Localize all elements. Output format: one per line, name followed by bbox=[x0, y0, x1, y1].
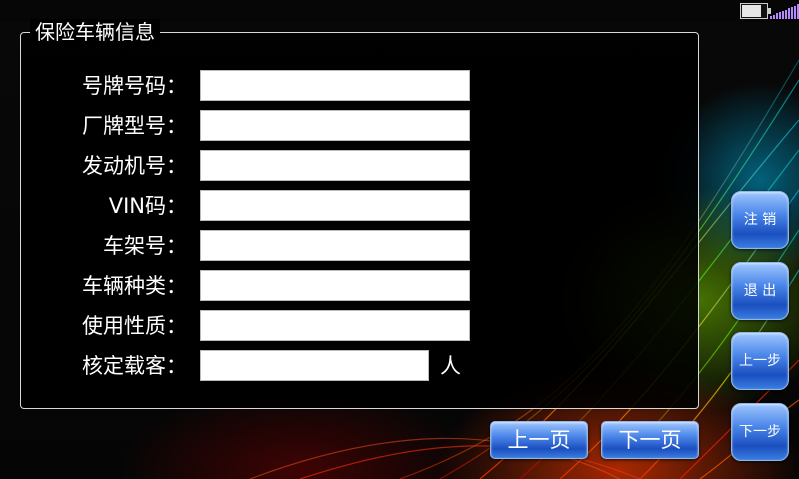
plate-number-input[interactable] bbox=[200, 70, 470, 101]
next-page-button[interactable]: 下一页 bbox=[601, 421, 699, 459]
signal-bar bbox=[791, 6, 793, 19]
prev-step-button[interactable]: 上一步 bbox=[731, 332, 789, 390]
prev-page-button[interactable]: 上一页 bbox=[490, 421, 588, 459]
signal-bar bbox=[785, 9, 787, 19]
brand-model-label: 厂牌型号： bbox=[82, 114, 187, 138]
vehicle-type-input[interactable] bbox=[200, 270, 470, 301]
usage-nature-label: 使用性质： bbox=[82, 314, 187, 338]
signal-bar bbox=[779, 12, 781, 19]
exit-button[interactable]: 退 出 bbox=[731, 262, 789, 320]
signal-bar bbox=[773, 14, 775, 19]
passenger-unit-label: 人 bbox=[440, 354, 461, 378]
panel-title: 保险车辆信息 bbox=[30, 19, 160, 45]
vehicle-type-label: 车辆种类： bbox=[82, 274, 187, 298]
logout-button[interactable]: 注 销 bbox=[731, 191, 789, 249]
signal-strength-icon bbox=[770, 3, 799, 19]
brand-model-input[interactable] bbox=[200, 110, 470, 141]
frame-number-input[interactable] bbox=[200, 230, 470, 261]
plate-number-label: 号牌号码： bbox=[82, 74, 187, 98]
next-step-button[interactable]: 下一步 bbox=[731, 403, 789, 461]
passenger-capacity-input[interactable] bbox=[200, 350, 429, 381]
vin-input[interactable] bbox=[200, 190, 470, 221]
battery-icon bbox=[740, 3, 771, 19]
frame-number-label: 车架号： bbox=[103, 234, 187, 258]
signal-bar bbox=[782, 10, 784, 19]
signal-bar bbox=[770, 16, 772, 19]
signal-bar bbox=[776, 13, 778, 19]
signal-bar bbox=[788, 8, 790, 19]
engine-number-input[interactable] bbox=[200, 150, 470, 181]
usage-nature-input[interactable] bbox=[200, 310, 470, 341]
battery-level-fill bbox=[742, 5, 761, 17]
passenger-capacity-label: 核定载客： bbox=[82, 354, 187, 378]
engine-number-label: 发动机号： bbox=[82, 154, 187, 178]
signal-bar bbox=[794, 5, 796, 19]
vin-label: VIN码： bbox=[108, 194, 187, 218]
